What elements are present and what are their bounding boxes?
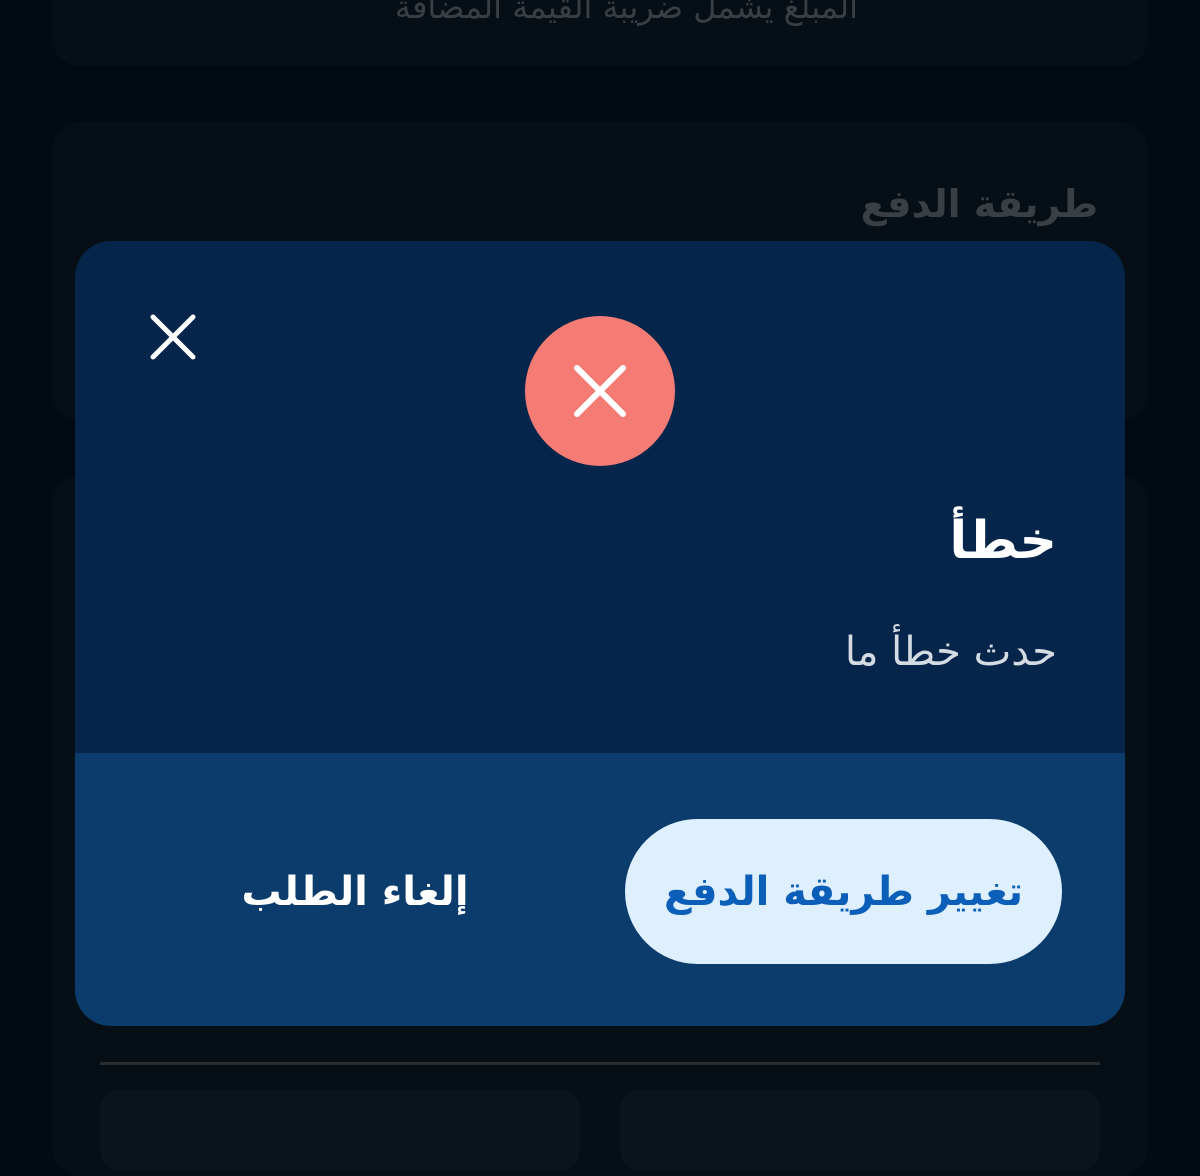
error-status-badge <box>525 316 675 466</box>
error-x-icon <box>574 365 626 417</box>
background-payment-method-title: طريقة الدفع <box>860 182 1098 226</box>
background-tile-left <box>100 1090 580 1170</box>
background-divider <box>100 1062 1100 1065</box>
cancel-order-button[interactable]: إلغاء الطلب <box>205 819 505 964</box>
close-icon <box>150 314 196 360</box>
dialog-footer: تغيير طريقة الدفع إلغاء الطلب <box>75 753 1125 1026</box>
dialog-title: خطأ <box>949 511 1057 571</box>
close-button[interactable] <box>147 311 199 363</box>
change-payment-method-button[interactable]: تغيير طريقة الدفع <box>625 819 1062 964</box>
background-vat-note: المبلغ يشمل ضريبة القيمة المضافة <box>394 0 858 26</box>
error-dialog: خطأ حدث خطأ ما تغيير طريقة الدفع إلغاء ا… <box>75 241 1125 1026</box>
dialog-message: حدث خطأ ما <box>844 629 1057 675</box>
background-tile-right <box>620 1090 1100 1170</box>
